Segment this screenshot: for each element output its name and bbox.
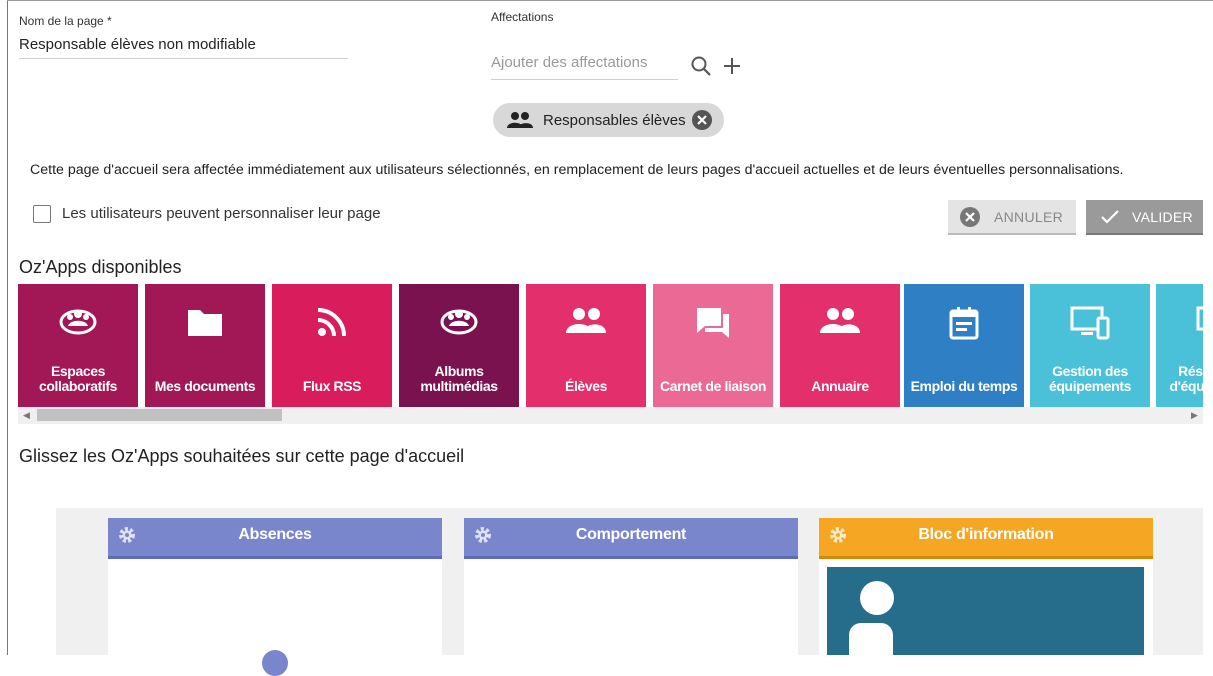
absences-graphic <box>262 650 288 676</box>
scroll-right-icon[interactable]: ▶ <box>1191 410 1198 421</box>
app-tile-label: Gestion des équipements <box>1049 363 1131 394</box>
widget-behaviour[interactable]: Comportement <box>464 518 798 655</box>
app-tile-label: Annuaire <box>811 378 869 394</box>
chat-icon <box>653 306 773 340</box>
scroll-thumb[interactable] <box>37 409 282 421</box>
page-name-underline <box>19 58 348 59</box>
widget-header: Absences <box>108 518 442 559</box>
app-tile-label: Emploi du temps <box>910 378 1018 394</box>
validate-label: VALIDER <box>1132 208 1193 225</box>
frame-top-border <box>7 0 1213 1</box>
info-image <box>827 567 1144 655</box>
drop-title: Glissez les Oz'Apps souhaitées sur cette… <box>19 446 465 466</box>
app-tile-liaison-book[interactable]: Carnet de liaison <box>653 284 773 407</box>
info-stem <box>849 623 893 655</box>
app-tile-label: Carnet de liaison <box>659 378 766 394</box>
group-icon <box>18 306 138 340</box>
info-dot <box>860 581 894 615</box>
personalize-checkbox[interactable] <box>33 205 51 223</box>
app-tile-label: Flux RSS <box>302 378 362 394</box>
app-tile-my-documents[interactable]: Mes documents <box>145 284 265 407</box>
users-icon <box>526 306 646 340</box>
frame-left-border <box>7 0 8 655</box>
app-tile-label: Espaces collaboratifs <box>38 363 118 394</box>
app-tile-label: Albums multimédias <box>420 363 498 394</box>
close-circle-icon[interactable] <box>691 110 712 130</box>
rss-icon <box>272 306 392 340</box>
plus-icon[interactable] <box>721 55 743 77</box>
validate-button[interactable]: VALIDER <box>1086 200 1203 235</box>
app-tile-directory[interactable]: Annuaire <box>780 284 900 407</box>
chip-label: Responsables élèves <box>543 111 686 129</box>
widget-title: Bloc d'information <box>918 526 1054 543</box>
assignment-chip: Responsables élèves <box>493 103 724 137</box>
personalize-label: Les utilisateurs peuvent personnaliser l… <box>62 205 381 222</box>
page-name-label: Nom de la page * <box>19 14 112 28</box>
app-tile-rss[interactable]: Flux RSS <box>272 284 392 407</box>
check-icon <box>1100 208 1120 226</box>
users-icon <box>507 111 533 129</box>
devices-icon <box>1030 306 1150 340</box>
widget-info-block[interactable]: Bloc d'information <box>819 518 1153 655</box>
widget-header: Bloc d'information <box>819 518 1153 559</box>
cancel-button[interactable]: ANNULER <box>948 200 1076 235</box>
widget-header: Comportement <box>464 518 798 559</box>
cancel-icon <box>959 206 981 228</box>
app-tile-students[interactable]: Élèves <box>526 284 646 407</box>
app-tile-timetable[interactable]: Emploi du temps <box>904 284 1024 407</box>
users-icon <box>780 306 900 340</box>
widget-title: Comportement <box>575 526 687 543</box>
app-tile-albums[interactable]: Albums multimédias <box>399 284 519 407</box>
app-tile-label: Réservation d'équipements <box>1169 363 1203 394</box>
assignments-input[interactable]: Ajouter des affectations <box>491 54 648 71</box>
cancel-label: ANNULER <box>994 208 1064 225</box>
assignments-label: Affectations <box>491 10 554 24</box>
widget-absences[interactable]: Absences <box>108 518 442 676</box>
widget-title: Absences <box>238 526 312 543</box>
assignment-notice: Cette page d'accueil sera affectée imméd… <box>30 162 1124 178</box>
app-tile-equipment[interactable]: Gestion des équipements <box>1030 284 1150 407</box>
assignments-underline <box>491 79 678 80</box>
folder-icon <box>145 306 265 340</box>
calendar-icon <box>904 306 1024 340</box>
app-tile-label: Mes documents <box>154 378 256 394</box>
search-icon[interactable] <box>690 55 712 77</box>
apps-bar: Espaces collaboratifs Mes documents Flux… <box>18 284 1203 407</box>
page-name-input[interactable]: Responsable élèves non modifiable <box>19 36 256 53</box>
scroll-left-icon[interactable]: ◀ <box>23 410 30 421</box>
app-tile-collaborative-spaces[interactable]: Espaces collaboratifs <box>18 284 138 407</box>
app-tile-label: Élèves <box>565 378 607 394</box>
apps-title: Oz'Apps disponibles <box>19 257 182 277</box>
devices-icon <box>1156 306 1203 340</box>
app-tile-equipment-booking[interactable]: Réservation d'équipements <box>1156 284 1203 407</box>
apps-scrollbar[interactable]: ◀ ▶ <box>18 407 1203 424</box>
group-icon <box>399 306 519 340</box>
